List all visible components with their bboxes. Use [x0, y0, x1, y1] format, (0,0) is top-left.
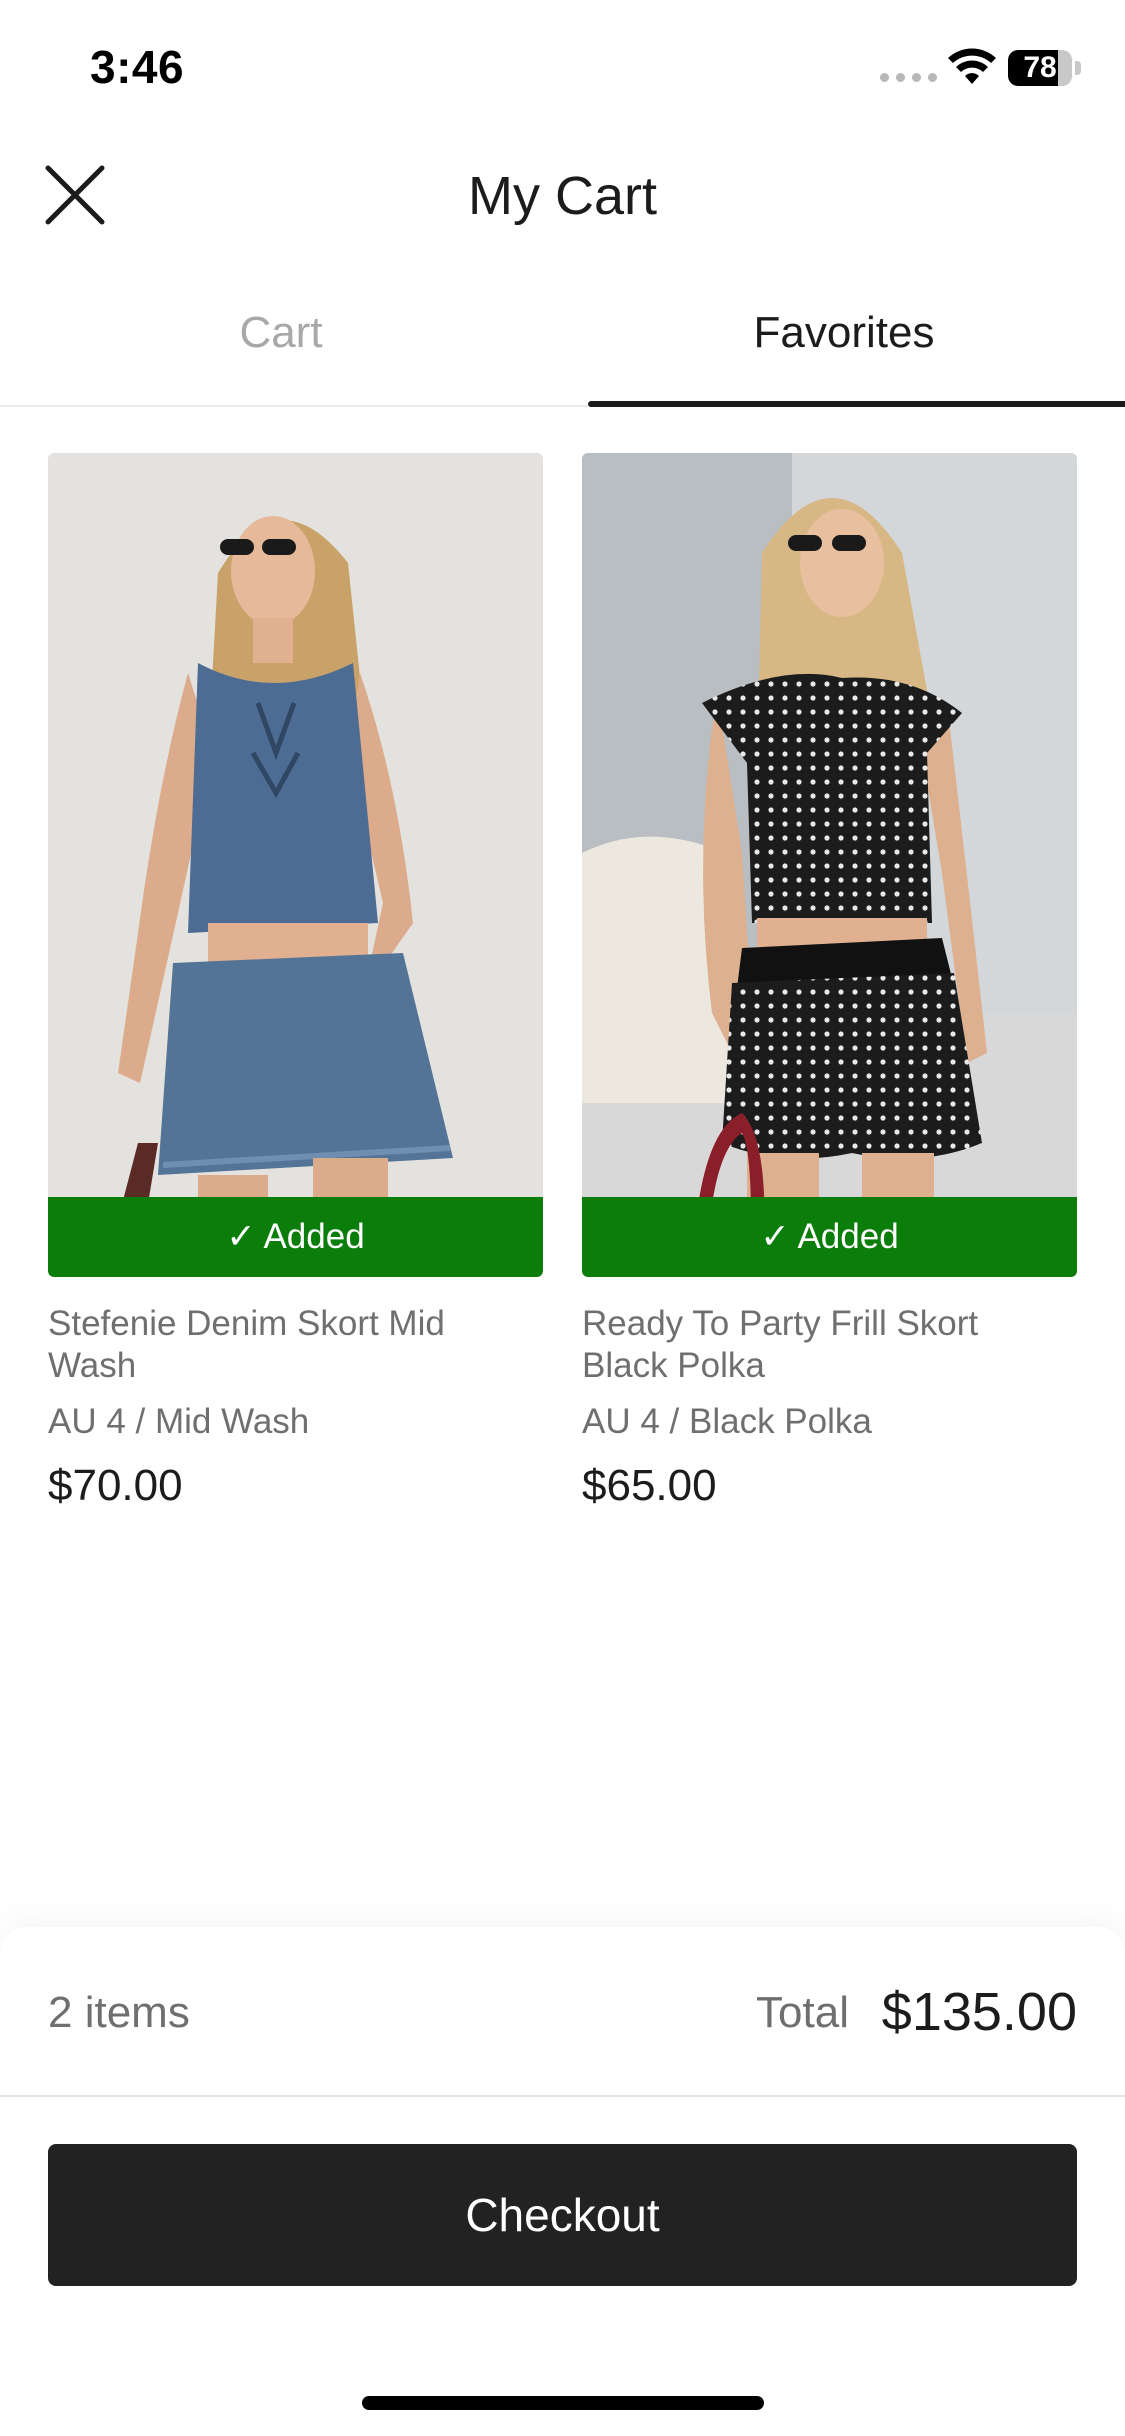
added-button[interactable]: ✓ Added	[48, 1197, 543, 1277]
active-tab-indicator	[588, 401, 1125, 407]
item-count: 2 items	[48, 1988, 190, 2037]
tab-bar: Cart Favorites	[0, 290, 1125, 407]
cart-summary-panel: 2 items Total $135.00 Checkout	[0, 1927, 1125, 2436]
tab-favorites[interactable]: Favorites	[563, 290, 1125, 405]
product-variant: AU 4 / Mid Wash	[48, 1402, 310, 1441]
product-price: $65.00	[582, 1461, 717, 1510]
polka-outfit-photo	[582, 453, 1077, 1277]
total-value: $135.00	[881, 1982, 1077, 2042]
tab-cart[interactable]: Cart	[0, 290, 562, 405]
product-card[interactable]: ✓ Added Ready To Party Frill Skort Black…	[582, 453, 1077, 1513]
total-label: Total	[756, 1988, 849, 2037]
product-image-denim[interactable]: ✓ Added	[48, 453, 543, 1277]
home-indicator[interactable]	[362, 2396, 764, 2410]
added-button[interactable]: ✓ Added	[582, 1197, 1077, 1277]
status-bar: 3:46 78	[0, 0, 1125, 140]
battery-cap	[1075, 61, 1081, 75]
wifi-icon	[948, 48, 996, 84]
product-image-polka[interactable]: ✓ Added	[582, 453, 1077, 1277]
product-card[interactable]: ✓ Added Stefenie Denim Skort Mid Wash AU…	[48, 453, 543, 1513]
product-variant: AU 4 / Black Polka	[582, 1402, 872, 1441]
denim-outfit-photo	[48, 453, 543, 1277]
product-name[interactable]: Stefenie Denim Skort Mid Wash	[48, 1303, 468, 1387]
battery-level: 78	[1023, 51, 1057, 84]
page-title: My Cart	[468, 166, 657, 226]
product-name[interactable]: Ready To Party Frill Skort Black Polka	[582, 1303, 1002, 1387]
checkout-button[interactable]: Checkout	[48, 2144, 1077, 2286]
product-price: $70.00	[48, 1461, 183, 1510]
status-time: 3:46	[90, 41, 185, 93]
my-cart-screen: 3:46 78 My Cart Cart Favorites ✓ Added S…	[0, 0, 1125, 2436]
battery-body: 78	[1008, 50, 1072, 86]
battery-icon: 78	[1008, 50, 1084, 86]
signal-dots-icon	[880, 73, 937, 82]
summary-divider	[0, 2095, 1125, 2097]
